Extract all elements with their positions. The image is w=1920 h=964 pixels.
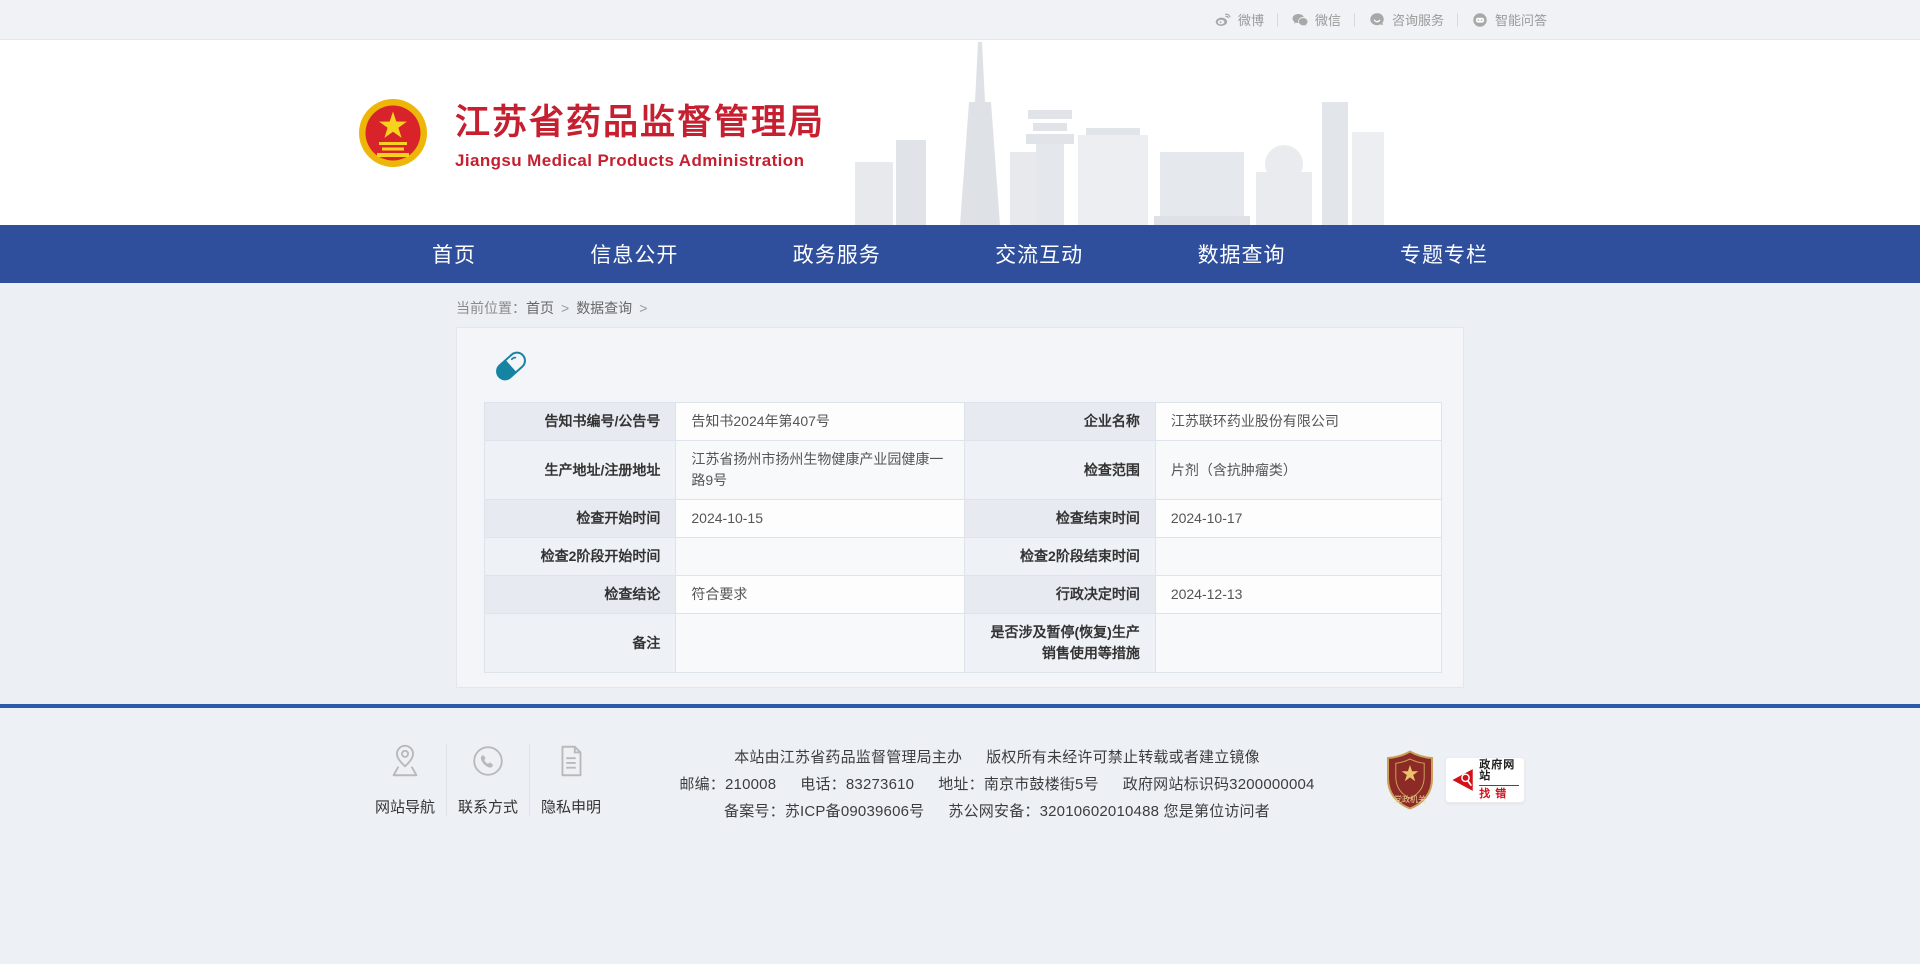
error-report-badge[interactable]: 政府网站 找错	[1445, 757, 1525, 803]
table-row: 检查结论符合要求行政决定时间2024-12-13	[485, 576, 1442, 614]
table-row: 备注 是否涉及暂停(恢复)生产销售使用等措施	[485, 614, 1442, 673]
table-row: 检查2阶段开始时间 检查2阶段结束时间	[485, 538, 1442, 576]
topbar: 微博 微信 咨询服务 智能问答	[0, 0, 1920, 40]
field-value: 符合要求	[676, 576, 965, 614]
inspection-detail-table: 告知书编号/公告号告知书2024年第407号企业名称江苏联环药业股份有限公司生产…	[484, 402, 1442, 673]
footer-link-privacy[interactable]: 隐私申明	[533, 742, 609, 817]
table-row: 检查开始时间2024-10-15检查结束时间2024-10-17	[485, 500, 1442, 538]
field-value: 2024-10-15	[676, 500, 965, 538]
breadcrumb-separator: >	[561, 300, 569, 316]
footer-info-segment: 备案号：苏ICP备09039606号	[724, 803, 924, 820]
footer-info-segment: 邮编：210008	[679, 776, 776, 793]
nav-item-home[interactable]: 首页	[432, 239, 476, 269]
topbar-link-label: 微博	[1238, 10, 1264, 29]
nav-item-interaction[interactable]: 交流互动	[995, 239, 1083, 269]
field-label: 行政决定时间	[965, 576, 1155, 614]
footer: 网站导航联系方式隐私申明 本站由江苏省药品监督管理局主办 版权所有未经许可禁止转载…	[0, 708, 1920, 964]
field-value: 2024-10-17	[1155, 500, 1441, 538]
badge-finderr-action: 找错	[1479, 786, 1519, 800]
field-value: 片剂（含抗肿瘤类）	[1155, 441, 1441, 500]
topbar-link-consult[interactable]: 咨询服务	[1355, 10, 1457, 29]
footer-info-line: 本站由江苏省药品监督管理局主办 版权所有未经许可禁止转载或者建立镜像	[609, 744, 1385, 771]
field-label: 告知书编号/公告号	[485, 403, 676, 441]
site-subtitle: Jiangsu Medical Products Administration	[455, 151, 825, 171]
wechat-icon	[1291, 11, 1309, 29]
nav-item-special-topics[interactable]: 专题专栏	[1400, 239, 1488, 269]
field-value: 江苏联环药业股份有限公司	[1155, 403, 1441, 441]
table-row: 生产地址/注册地址江苏省扬州市扬州生物健康产业园健康一路9号检查范围片剂（含抗肿…	[485, 441, 1442, 500]
document-icon	[533, 742, 609, 784]
field-label: 生产地址/注册地址	[485, 441, 676, 500]
brand: 江苏省药品监督管理局 Jiangsu Medical Products Admi…	[357, 94, 825, 171]
footer-info-segment: 电话：83273610	[800, 776, 914, 793]
footer-info-segment: 版权所有未经许可禁止转载或者建立镜像	[986, 749, 1260, 766]
footer-link-label: 隐私申明	[533, 796, 609, 817]
field-label: 检查结论	[485, 576, 676, 614]
field-label: 检查范围	[965, 441, 1155, 500]
footer-link-site-nav[interactable]: 网站导航	[367, 742, 443, 817]
breadcrumb: 当前位置：首页 > 数据查询 >	[456, 283, 1464, 318]
detail-card: 告知书编号/公告号告知书2024年第407号企业名称江苏联环药业股份有限公司生产…	[456, 327, 1464, 688]
robot-icon	[1471, 11, 1489, 29]
badge-finderr-title: 政府网站	[1479, 760, 1519, 786]
national-emblem-logo	[357, 96, 429, 170]
topbar-link-wechat[interactable]: 微信	[1278, 10, 1354, 29]
topbar-link-qa[interactable]: 智能问答	[1458, 10, 1560, 29]
topbar-link-label: 咨询服务	[1392, 10, 1444, 29]
field-label: 检查开始时间	[485, 500, 676, 538]
topbar-link-label: 微信	[1315, 10, 1341, 29]
city-skyline-image	[850, 40, 1395, 225]
field-label: 检查结束时间	[965, 500, 1155, 538]
nav-item-gov-services[interactable]: 政务服务	[793, 239, 881, 269]
phone-icon	[450, 742, 526, 784]
field-label: 是否涉及暂停(恢复)生产销售使用等措施	[965, 614, 1155, 673]
svg-text:党政机关: 党政机关	[1394, 794, 1426, 804]
field-label: 备注	[485, 614, 676, 673]
footer-info-segment: 本站由江苏省药品监督管理局主办	[734, 749, 962, 766]
field-label: 检查2阶段结束时间	[965, 538, 1155, 576]
field-value	[676, 538, 965, 576]
breadcrumb-link-data-query[interactable]: 数据查询	[576, 300, 632, 316]
topbar-link-label: 智能问答	[1495, 10, 1547, 29]
map-pin-icon	[367, 742, 443, 784]
weibo-icon	[1214, 11, 1232, 29]
capsule-icon	[493, 348, 529, 384]
footer-info-segment: 苏公网安备：32010602010488 您是第位访问者	[948, 803, 1270, 820]
divider	[529, 744, 530, 816]
party-gov-badge[interactable]: 党政机关	[1385, 750, 1435, 810]
topbar-link-weibo[interactable]: 微博	[1201, 10, 1277, 29]
magnifier-icon	[1451, 764, 1474, 796]
chat-bubble-icon	[1368, 11, 1386, 29]
table-row: 告知书编号/公告号告知书2024年第407号企业名称江苏联环药业股份有限公司	[485, 403, 1442, 441]
footer-info-line: 备案号：苏ICP备09039606号 苏公网安备：32010602010488 您…	[609, 798, 1385, 825]
footer-info: 本站由江苏省药品监督管理局主办 版权所有未经许可禁止转载或者建立镜像邮编：2100…	[609, 742, 1385, 825]
main-nav: 首页 信息公开 政务服务 交流互动 数据查询 专题专栏	[0, 225, 1920, 283]
field-value: 告知书2024年第407号	[676, 403, 965, 441]
nav-item-info-disclosure[interactable]: 信息公开	[590, 239, 678, 269]
nav-item-data-query[interactable]: 数据查询	[1198, 239, 1286, 269]
field-label: 检查2阶段开始时间	[485, 538, 676, 576]
footer-link-label: 联系方式	[450, 796, 526, 817]
footer-info-segment: 地址：南京市鼓楼街5号	[938, 776, 1099, 793]
site-header: 江苏省药品监督管理局 Jiangsu Medical Products Admi…	[0, 40, 1920, 225]
field-value: 江苏省扬州市扬州生物健康产业园健康一路9号	[676, 441, 965, 500]
breadcrumb-prefix: 当前位置：	[456, 300, 526, 316]
footer-link-label: 网站导航	[367, 796, 443, 817]
divider	[446, 744, 447, 816]
breadcrumb-separator: >	[639, 300, 647, 316]
site-title: 江苏省药品监督管理局	[455, 94, 825, 145]
field-value	[1155, 614, 1441, 673]
field-value: 2024-12-13	[1155, 576, 1441, 614]
footer-info-segment: 政府网站标识码3200000004	[1123, 776, 1315, 793]
footer-link-contact[interactable]: 联系方式	[450, 742, 526, 817]
field-label: 企业名称	[965, 403, 1155, 441]
field-value	[676, 614, 965, 673]
field-value	[1155, 538, 1441, 576]
breadcrumb-link-home[interactable]: 首页	[526, 300, 554, 316]
footer-info-line: 邮编：210008 电话：83273610 地址：南京市鼓楼街5号 政府网站标识码32…	[609, 771, 1385, 798]
